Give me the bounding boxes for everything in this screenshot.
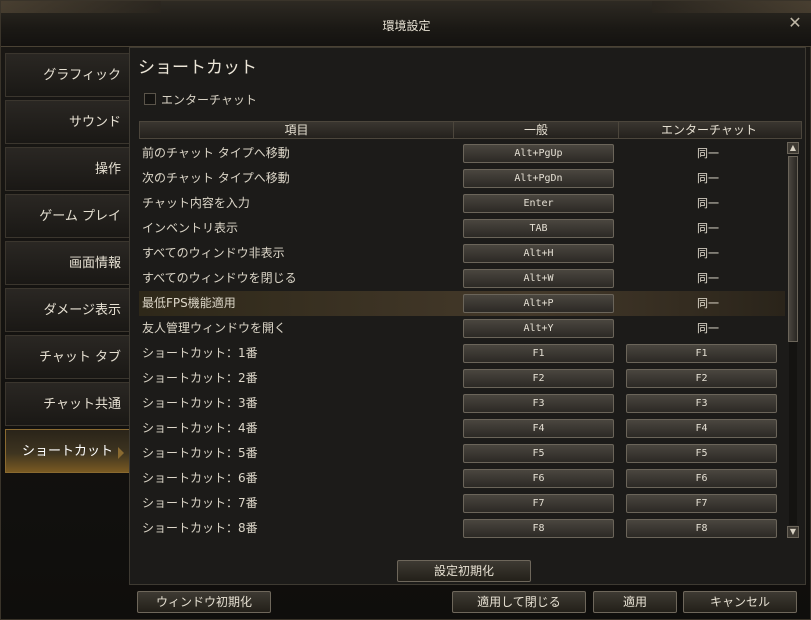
general-key-button[interactable]: F6 <box>463 469 614 488</box>
enter-chat-value: 同一 <box>697 197 719 210</box>
sidebar-item-damage-display[interactable]: ダメージ表示 <box>5 288 129 332</box>
scroll-thumb[interactable] <box>788 156 798 342</box>
sidebar-item-controls[interactable]: 操作 <box>5 147 129 191</box>
panel-title: ショートカット <box>138 58 257 78</box>
enter-chat-value: 同一 <box>697 147 719 160</box>
enter-chat-key-button[interactable]: F2 <box>626 369 777 388</box>
row-label: 次のチャット タイプへ移動 <box>142 171 290 185</box>
general-key-button[interactable]: Alt+PgDn <box>463 169 614 188</box>
scroll-down-arrow-icon[interactable]: ▼ <box>787 526 799 538</box>
shortcut-list-scrollbar[interactable]: ▲ ▼ <box>787 142 799 538</box>
row-label: ショートカット：7番 <box>142 496 258 510</box>
table-row: チャット内容を入力 Enter 同一 <box>139 191 785 216</box>
row-label: 最低FPS機能適用 <box>142 296 236 310</box>
row-label: すべてのウィンドウを閉じる <box>142 271 297 285</box>
sidebar-item-shortcuts[interactable]: ショートカット <box>5 429 129 473</box>
row-label: 友人管理ウィンドウを開く <box>142 321 287 335</box>
shortcut-panel: ショートカット エンターチャット 項目 一般 エンターチャット 前のチャット タ… <box>129 47 806 585</box>
column-header-item: 項目 <box>140 122 454 138</box>
table-row: ショートカット：5番 F5 F5 <box>139 441 785 466</box>
general-key-button[interactable]: F5 <box>463 444 614 463</box>
title-ornament-right <box>652 1 811 13</box>
enter-chat-key-button[interactable]: F4 <box>626 419 777 438</box>
enter-chat-key-button[interactable]: F8 <box>626 519 777 538</box>
settings-window: 環境設定 ✕ グラフィック サウンド 操作 ゲーム プレイ 画面情報 ダメージ表… <box>0 0 811 620</box>
general-key-button[interactable]: Alt+PgUp <box>463 144 614 163</box>
close-icon[interactable]: ✕ <box>786 14 804 32</box>
sidebar-item-screen-info[interactable]: 画面情報 <box>5 241 129 285</box>
enter-chat-value: 同一 <box>697 172 719 185</box>
enter-chat-option[interactable]: エンターチャット <box>144 91 257 107</box>
general-key-button[interactable]: F4 <box>463 419 614 438</box>
row-label: ショートカット：5番 <box>142 446 258 460</box>
enter-chat-value: 同一 <box>697 247 719 260</box>
shortcut-list: 前のチャット タイプへ移動 Alt+PgUp 同一 次のチャット タイプへ移動 … <box>139 141 785 541</box>
column-header-general: 一般 <box>454 122 619 138</box>
sidebar-item-graphics[interactable]: グラフィック <box>5 53 129 97</box>
row-label: ショートカット：6番 <box>142 471 258 485</box>
general-key-button[interactable]: TAB <box>463 219 614 238</box>
title-ornament-left <box>1 1 161 13</box>
table-row: 次のチャット タイプへ移動 Alt+PgDn 同一 <box>139 166 785 191</box>
row-label: ショートカット：1番 <box>142 346 258 360</box>
enter-chat-key-button[interactable]: F7 <box>626 494 777 513</box>
cancel-button[interactable]: キャンセル <box>683 591 797 613</box>
table-row: ショートカット：2番 F2 F2 <box>139 366 785 391</box>
general-key-button[interactable]: Enter <box>463 194 614 213</box>
column-header-enter-chat: エンターチャット <box>661 123 757 137</box>
row-label: ショートカット：2番 <box>142 371 258 385</box>
general-key-button[interactable]: F7 <box>463 494 614 513</box>
sidebar-item-gameplay[interactable]: ゲーム プレイ <box>5 194 129 238</box>
general-key-button[interactable]: Alt+W <box>463 269 614 288</box>
enter-chat-value: 同一 <box>697 222 719 235</box>
enter-chat-key-button[interactable]: F1 <box>626 344 777 363</box>
table-row: ショートカット：4番 F4 F4 <box>139 416 785 441</box>
table-row: インベントリ表示 TAB 同一 <box>139 216 785 241</box>
table-header: 項目 一般 エンターチャット <box>139 121 802 139</box>
table-row: ショートカット：3番 F3 F3 <box>139 391 785 416</box>
settings-sidebar: グラフィック サウンド 操作 ゲーム プレイ 画面情報 ダメージ表示 チャット … <box>5 53 129 477</box>
table-row: 友人管理ウィンドウを開く Alt+Y 同一 <box>139 316 785 341</box>
scroll-up-arrow-icon[interactable]: ▲ <box>787 142 799 154</box>
table-row: 前のチャット タイプへ移動 Alt+PgUp 同一 <box>139 141 785 166</box>
enter-chat-value: 同一 <box>697 322 719 335</box>
table-row: ショートカット：8番 F8 F8 <box>139 516 785 541</box>
general-key-button[interactable]: F1 <box>463 344 614 363</box>
enter-chat-value: 同一 <box>697 297 719 310</box>
row-label: ショートカット：8番 <box>142 521 258 535</box>
table-row: ショートカット：7番 F7 F7 <box>139 491 785 516</box>
sidebar-item-sound[interactable]: サウンド <box>5 100 129 144</box>
enter-chat-value: 同一 <box>697 272 719 285</box>
row-label: ショートカット：4番 <box>142 421 258 435</box>
table-row-selected[interactable]: 最低FPS機能適用 Alt+P 同一 <box>139 291 785 316</box>
general-key-button[interactable]: Alt+P <box>463 294 614 313</box>
enter-chat-checkbox[interactable] <box>144 93 156 105</box>
enter-chat-key-button[interactable]: F5 <box>626 444 777 463</box>
table-row: ショートカット：6番 F6 F6 <box>139 466 785 491</box>
row-label: ショートカット：3番 <box>142 396 258 410</box>
row-label: 前のチャット タイプへ移動 <box>142 146 290 160</box>
apply-and-close-button[interactable]: 適用して閉じる <box>452 591 586 613</box>
title-bar: 環境設定 ✕ <box>1 1 811 47</box>
apply-button[interactable]: 適用 <box>593 591 677 613</box>
row-label: チャット内容を入力 <box>142 196 250 210</box>
reset-settings-button[interactable]: 設定初期化 <box>397 560 531 582</box>
general-key-button[interactable]: F3 <box>463 394 614 413</box>
window-reset-button[interactable]: ウィンドウ初期化 <box>137 591 271 613</box>
row-label: インベントリ表示 <box>142 221 239 235</box>
table-row: すべてのウィンドウ非表示 Alt+H 同一 <box>139 241 785 266</box>
enter-chat-key-button[interactable]: F3 <box>626 394 777 413</box>
sidebar-item-chat-common[interactable]: チャット共通 <box>5 382 129 426</box>
table-row: ショートカット：1番 F1 F1 <box>139 341 785 366</box>
general-key-button[interactable]: Alt+H <box>463 244 614 263</box>
row-label: すべてのウィンドウ非表示 <box>142 246 285 260</box>
window-title: 環境設定 <box>382 19 431 33</box>
general-key-button[interactable]: Alt+Y <box>463 319 614 338</box>
general-key-button[interactable]: F2 <box>463 369 614 388</box>
general-key-button[interactable]: F8 <box>463 519 614 538</box>
enter-chat-key-button[interactable]: F6 <box>626 469 777 488</box>
table-row: すべてのウィンドウを閉じる Alt+W 同一 <box>139 266 785 291</box>
enter-chat-label: エンターチャット <box>161 92 257 107</box>
sidebar-item-chat-tab[interactable]: チャット タブ <box>5 335 129 379</box>
